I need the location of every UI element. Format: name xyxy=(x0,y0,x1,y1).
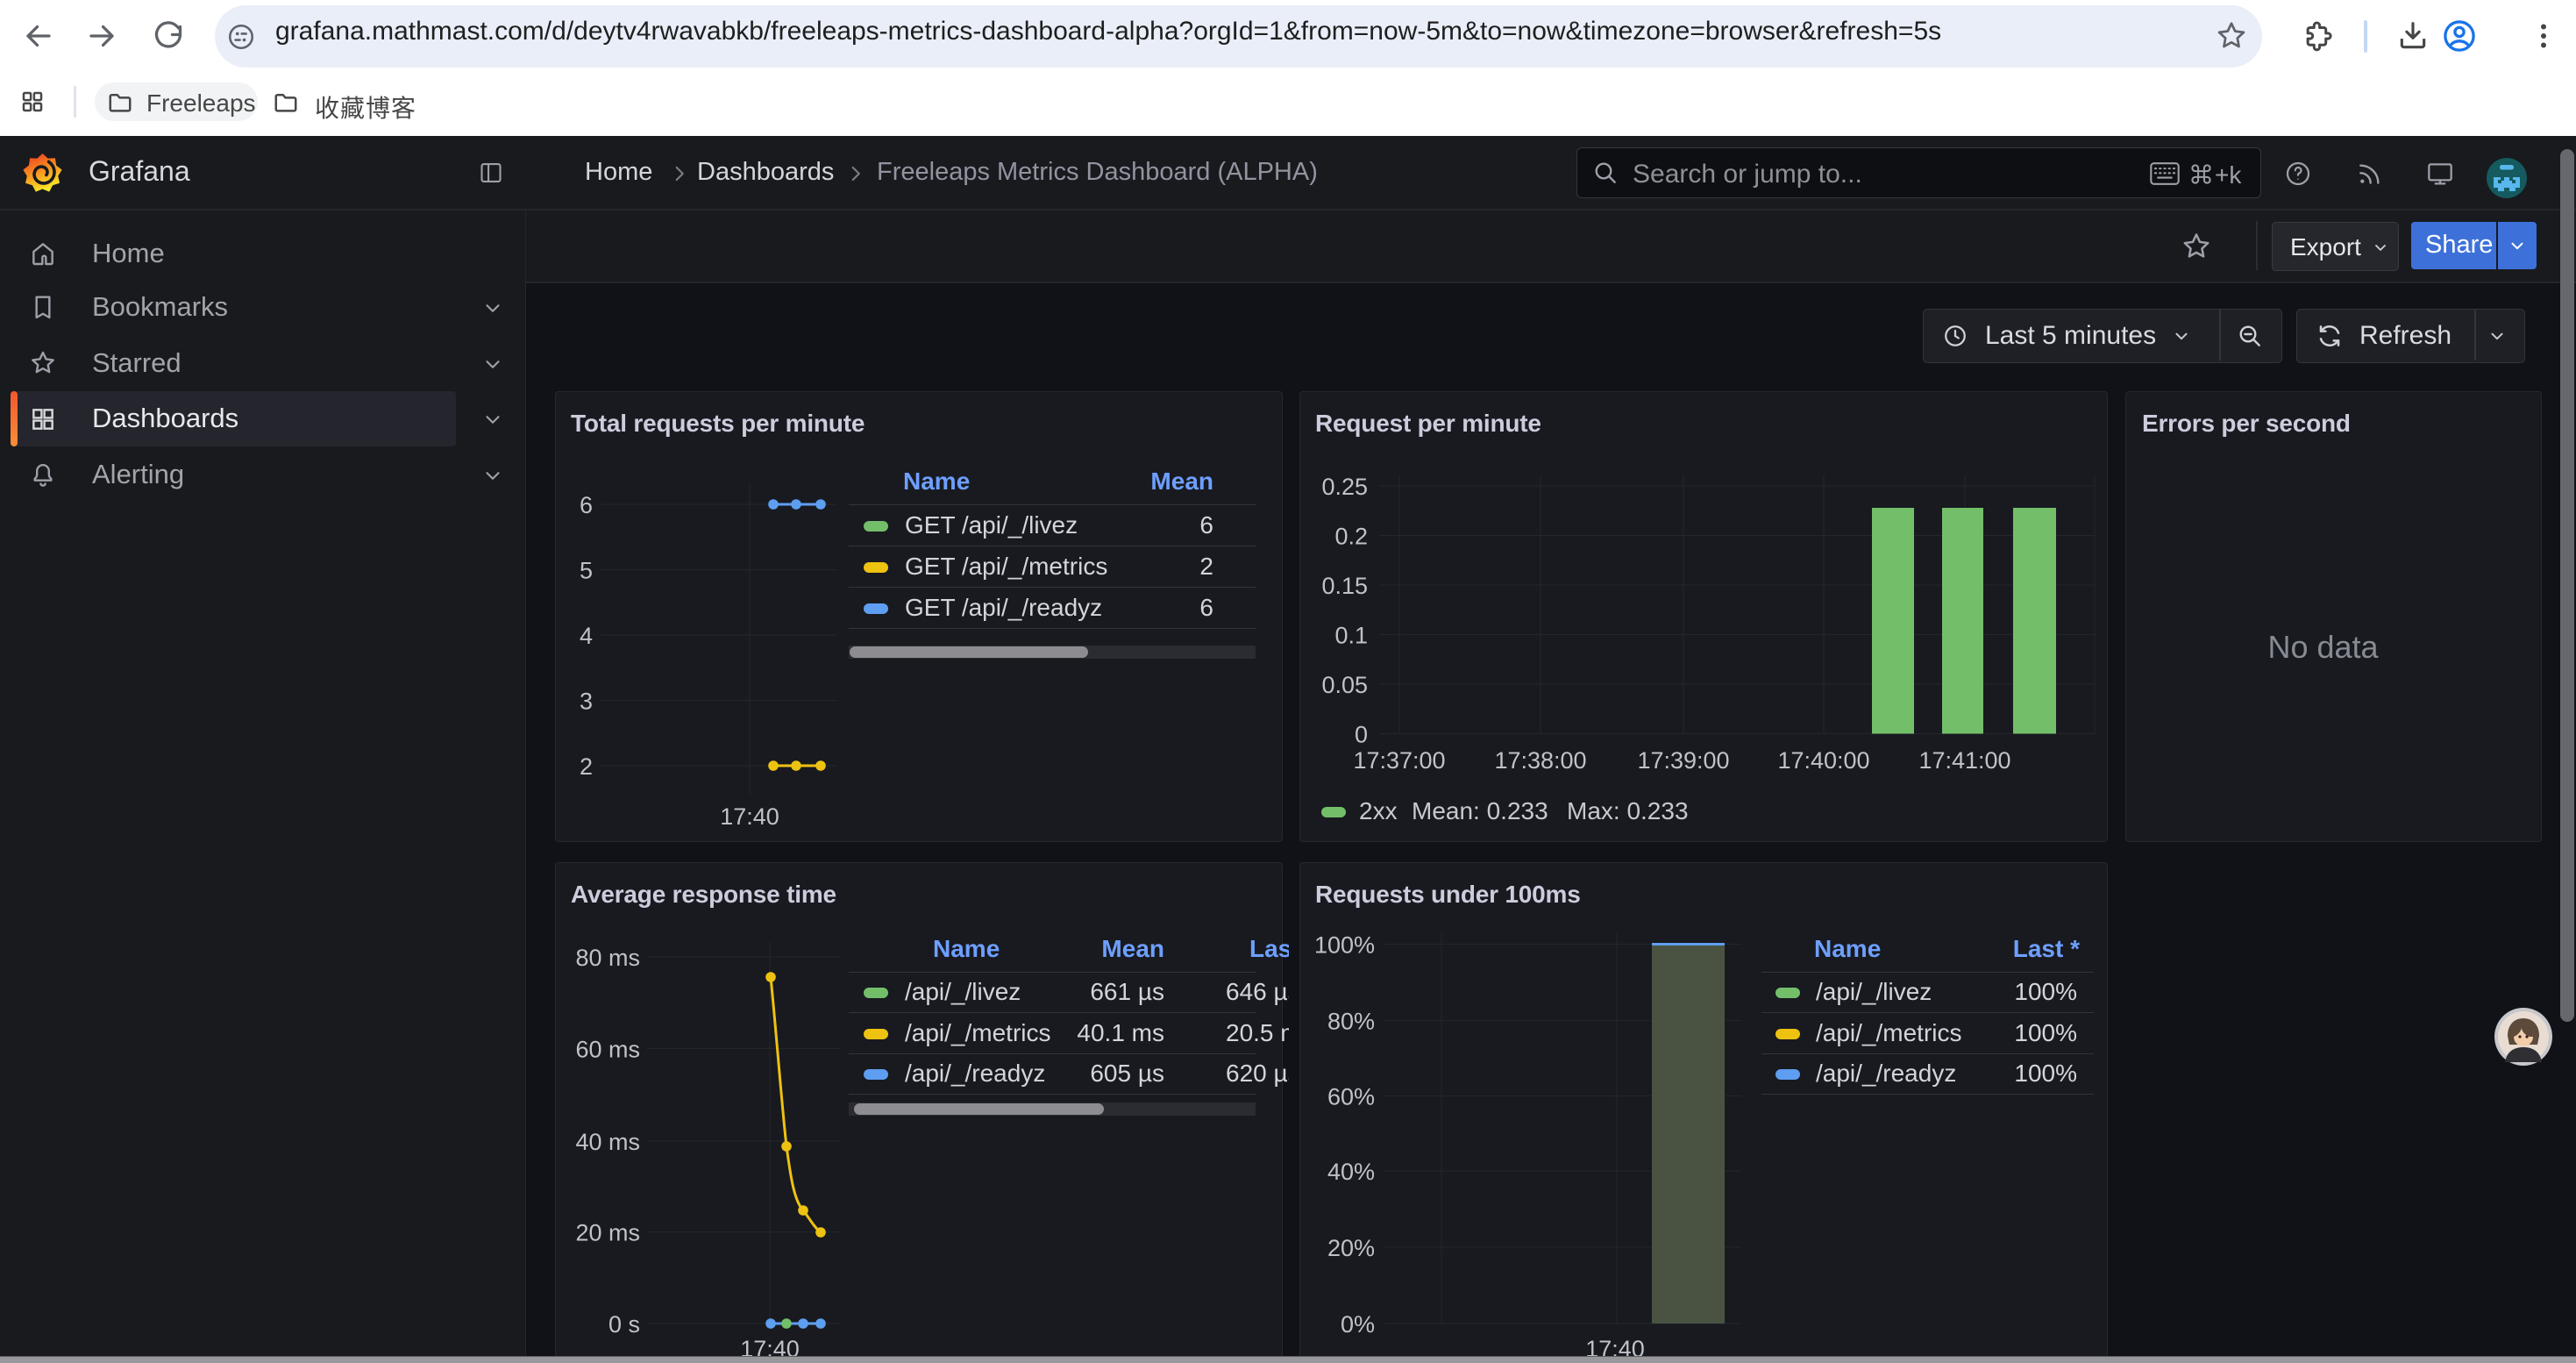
svg-text:0%: 0% xyxy=(1341,1311,1375,1338)
svg-text:5: 5 xyxy=(580,558,593,584)
svg-text:40%: 40% xyxy=(1327,1159,1375,1185)
svg-text:60 ms: 60 ms xyxy=(575,1037,640,1063)
svg-text:17:39:00: 17:39:00 xyxy=(1637,747,1729,774)
svg-text:80%: 80% xyxy=(1327,1009,1375,1035)
svg-text:60%: 60% xyxy=(1327,1084,1375,1110)
svg-text:17:40:00: 17:40:00 xyxy=(1777,747,1869,774)
svg-text:0.05: 0.05 xyxy=(1321,672,1368,698)
svg-text:20 ms: 20 ms xyxy=(575,1220,640,1246)
svg-text:0.1: 0.1 xyxy=(1334,623,1368,649)
svg-text:17:41:00: 17:41:00 xyxy=(1918,747,2010,774)
svg-text:2: 2 xyxy=(580,753,593,780)
svg-text:0: 0 xyxy=(1355,722,1368,748)
svg-text:3: 3 xyxy=(580,689,593,715)
svg-text:17:40: 17:40 xyxy=(720,803,779,830)
svg-text:0 s: 0 s xyxy=(608,1311,640,1338)
svg-text:80 ms: 80 ms xyxy=(575,945,640,971)
svg-text:40 ms: 40 ms xyxy=(575,1129,640,1155)
svg-text:6: 6 xyxy=(580,492,593,518)
svg-text:0.15: 0.15 xyxy=(1321,573,1368,599)
svg-text:0.2: 0.2 xyxy=(1334,524,1368,550)
svg-text:17:38:00: 17:38:00 xyxy=(1494,747,1586,774)
svg-text:100%: 100% xyxy=(1314,932,1375,959)
svg-text:4: 4 xyxy=(580,623,593,649)
svg-text:0.25: 0.25 xyxy=(1321,474,1368,500)
svg-text:17:37:00: 17:37:00 xyxy=(1353,747,1445,774)
svg-text:20%: 20% xyxy=(1327,1235,1375,1261)
